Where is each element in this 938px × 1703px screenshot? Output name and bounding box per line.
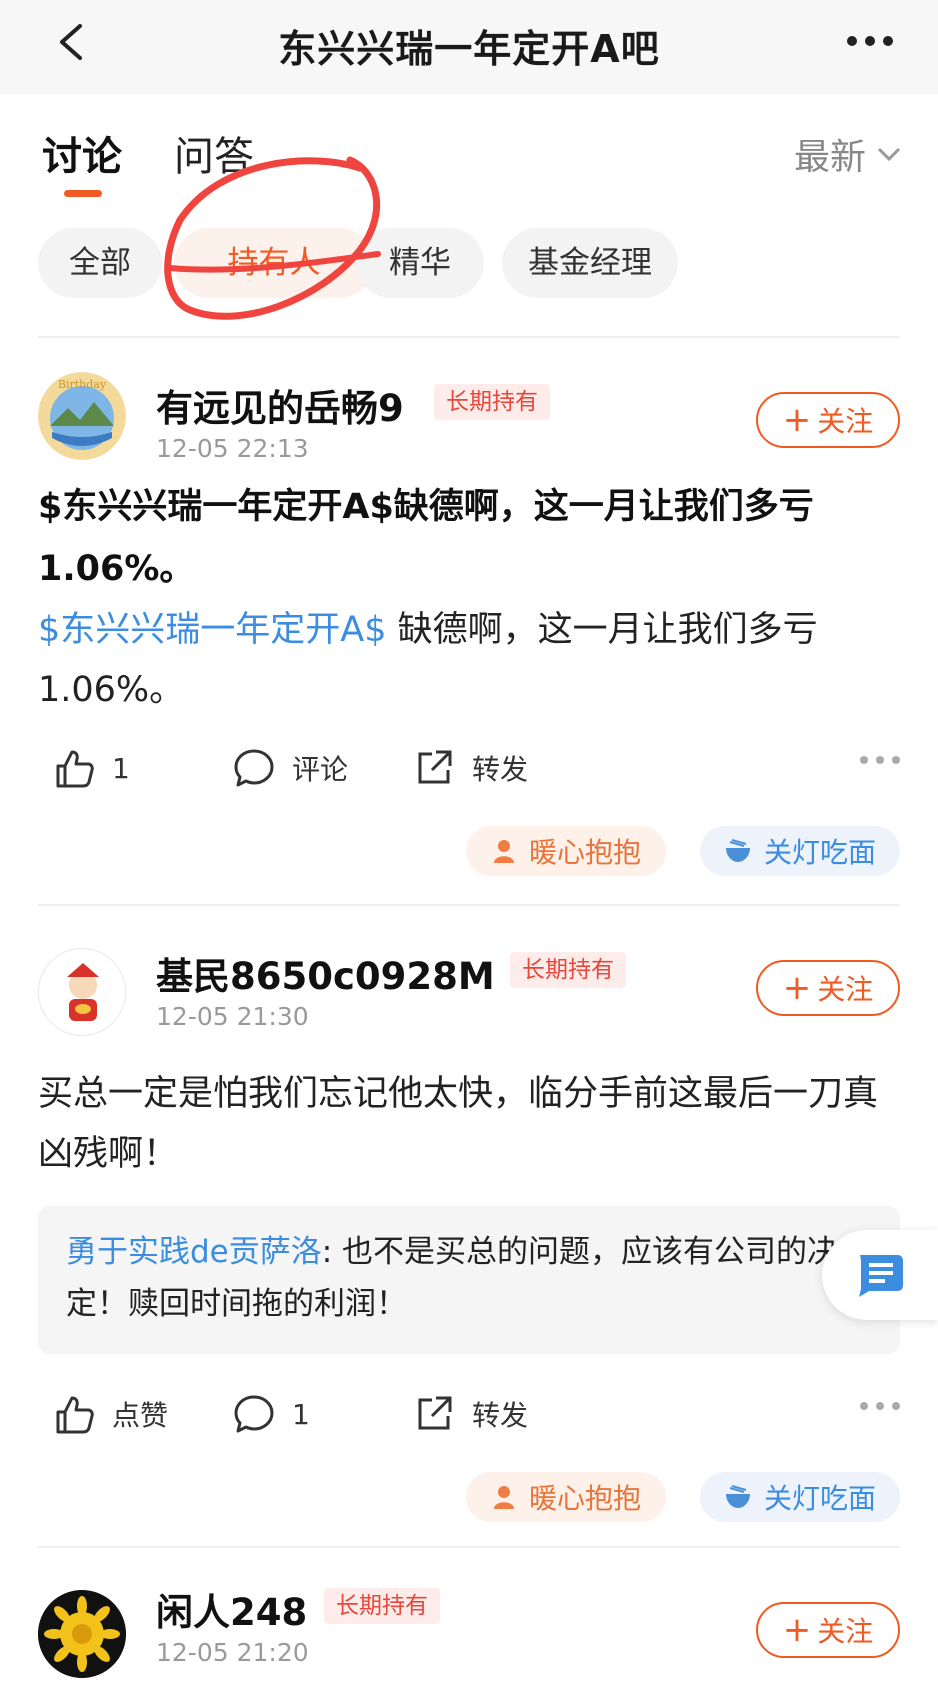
avatar[interactable] <box>38 948 126 1036</box>
quoted-comment[interactable]: 勇于实践de贡萨洛: 也不是买总的问题，应该有公司的决定！赎回时间拖的利润！ <box>38 1206 900 1354</box>
plus-icon: + <box>782 968 812 1008</box>
noodle-bowl-icon <box>725 839 750 862</box>
filter-featured[interactable]: 精华 <box>356 228 484 298</box>
share-button[interactable]: 转发 <box>412 738 528 798</box>
quoted-username[interactable]: 勇于实践de贡萨洛 <box>66 1234 322 1270</box>
username[interactable]: 基民8650c0928M <box>156 946 495 1000</box>
warm-hug-reaction[interactable]: 暖心抱抱 <box>466 826 666 876</box>
comment-count: 1 <box>292 1397 310 1431</box>
avatar[interactable]: Birthday <box>38 372 126 460</box>
tab-qa[interactable]: 问答 <box>174 124 254 182</box>
follow-button[interactable]: + 关注 <box>756 392 900 448</box>
avatar[interactable] <box>38 1590 126 1678</box>
post-time: 12-05 21:20 <box>156 1638 309 1667</box>
post-card: 闲人248 长期持有 12-05 21:20 + 关注 <box>0 1546 938 1703</box>
post-card: Birthday 有远见的岳畅9 长期持有 12-05 22:13 + 关注 $… <box>0 336 938 906</box>
share-icon <box>418 750 452 784</box>
eat-noodles-reaction[interactable]: 关灯吃面 <box>700 826 900 876</box>
fund-link[interactable]: $东兴兴瑞一年定开A$ <box>38 610 386 650</box>
like-button[interactable]: 1 <box>52 738 130 798</box>
post-actions: 点赞 1 转发 <box>0 1384 938 1444</box>
follow-label: 关注 <box>817 1615 874 1648</box>
comment-bubble-icon <box>234 1395 274 1433</box>
more-dots-icon[interactable] <box>858 1398 902 1414</box>
plus-icon: + <box>782 400 812 440</box>
follow-button[interactable]: + 关注 <box>756 1602 900 1658</box>
svg-text:Birthday: Birthday <box>58 378 107 391</box>
top-bar: 东兴兴瑞一年定开A吧 <box>0 0 938 94</box>
post-body[interactable]: 买总一定是怕我们忘记他太快，临分手前这最后一刀真凶残啊！ <box>38 1064 898 1184</box>
holder-badge: 长期持有 <box>434 384 550 420</box>
comment-button[interactable]: 评论 <box>232 738 348 798</box>
follow-button[interactable]: + 关注 <box>756 960 900 1016</box>
like-count: 1 <box>112 751 130 785</box>
holder-badge: 长期持有 <box>510 952 626 988</box>
filter-fund-manager[interactable]: 基金经理 <box>502 228 678 298</box>
chevron-down-icon <box>877 147 901 162</box>
floating-post-button[interactable] <box>822 1230 938 1320</box>
share-button[interactable]: 转发 <box>412 1384 528 1444</box>
comment-button[interactable]: 1 <box>232 1384 310 1444</box>
filter-holders[interactable]: 持有人 <box>174 228 374 298</box>
more-dots-icon[interactable] <box>858 752 902 768</box>
eat-noodles-reaction[interactable]: 关灯吃面 <box>700 1472 900 1522</box>
share-label: 转发 <box>472 753 529 786</box>
edit-note-icon <box>859 1255 903 1297</box>
page-title: 东兴兴瑞一年定开A吧 <box>278 27 660 71</box>
like-label: 点赞 <box>112 1399 169 1432</box>
thumbs-up-icon <box>56 750 94 788</box>
eat-noodles-label: 关灯吃面 <box>763 1482 876 1515</box>
reaction-row: 暖心抱抱 关灯吃面 <box>0 826 938 876</box>
follow-label: 关注 <box>817 405 874 438</box>
post-time: 12-05 22:13 <box>156 434 309 463</box>
hug-icon <box>493 840 514 863</box>
thumbs-up-icon <box>56 1396 94 1434</box>
comment-label: 评论 <box>292 753 349 786</box>
post-card: 基民8650c0928M 长期持有 12-05 21:30 + 关注 买总一定是… <box>0 904 938 1544</box>
sort-label: 最新 <box>793 137 866 178</box>
post-time: 12-05 21:30 <box>156 1002 309 1031</box>
holder-badge: 长期持有 <box>324 1588 440 1624</box>
active-tab-indicator <box>64 190 102 197</box>
main-tabs: 讨论 问答 最新 <box>0 94 938 204</box>
username[interactable]: 闲人248 <box>156 1582 307 1636</box>
post-body[interactable]: $东兴兴瑞一年定开A$ 缺德啊，这一月让我们多亏1.06%。 <box>38 600 898 720</box>
share-label: 转发 <box>472 1399 529 1432</box>
warm-hug-label: 暖心抱抱 <box>528 1482 641 1515</box>
sort-dropdown[interactable]: 最新 <box>794 128 902 180</box>
comment-bubble-icon <box>234 749 274 787</box>
more-options-icon[interactable] <box>844 26 896 56</box>
hug-icon <box>493 1486 514 1509</box>
warm-hug-label: 暖心抱抱 <box>528 836 641 869</box>
post-title[interactable]: $东兴兴瑞一年定开A$缺德啊，这一月让我们多亏1.06%。 <box>38 476 898 600</box>
noodle-bowl-icon <box>725 1485 750 1508</box>
follow-label: 关注 <box>817 973 874 1006</box>
tab-discussion[interactable]: 讨论 <box>42 124 122 182</box>
reaction-row: 暖心抱抱 关灯吃面 <box>0 1472 938 1522</box>
warm-hug-reaction[interactable]: 暖心抱抱 <box>466 1472 666 1522</box>
post-actions: 1 评论 转发 <box>0 738 938 798</box>
like-button[interactable]: 点赞 <box>52 1384 168 1444</box>
share-icon <box>418 1396 452 1430</box>
username[interactable]: 有远见的岳畅9 <box>156 378 404 432</box>
plus-icon: + <box>782 1610 812 1650</box>
eat-noodles-label: 关灯吃面 <box>763 836 876 869</box>
filter-all[interactable]: 全部 <box>38 228 162 298</box>
